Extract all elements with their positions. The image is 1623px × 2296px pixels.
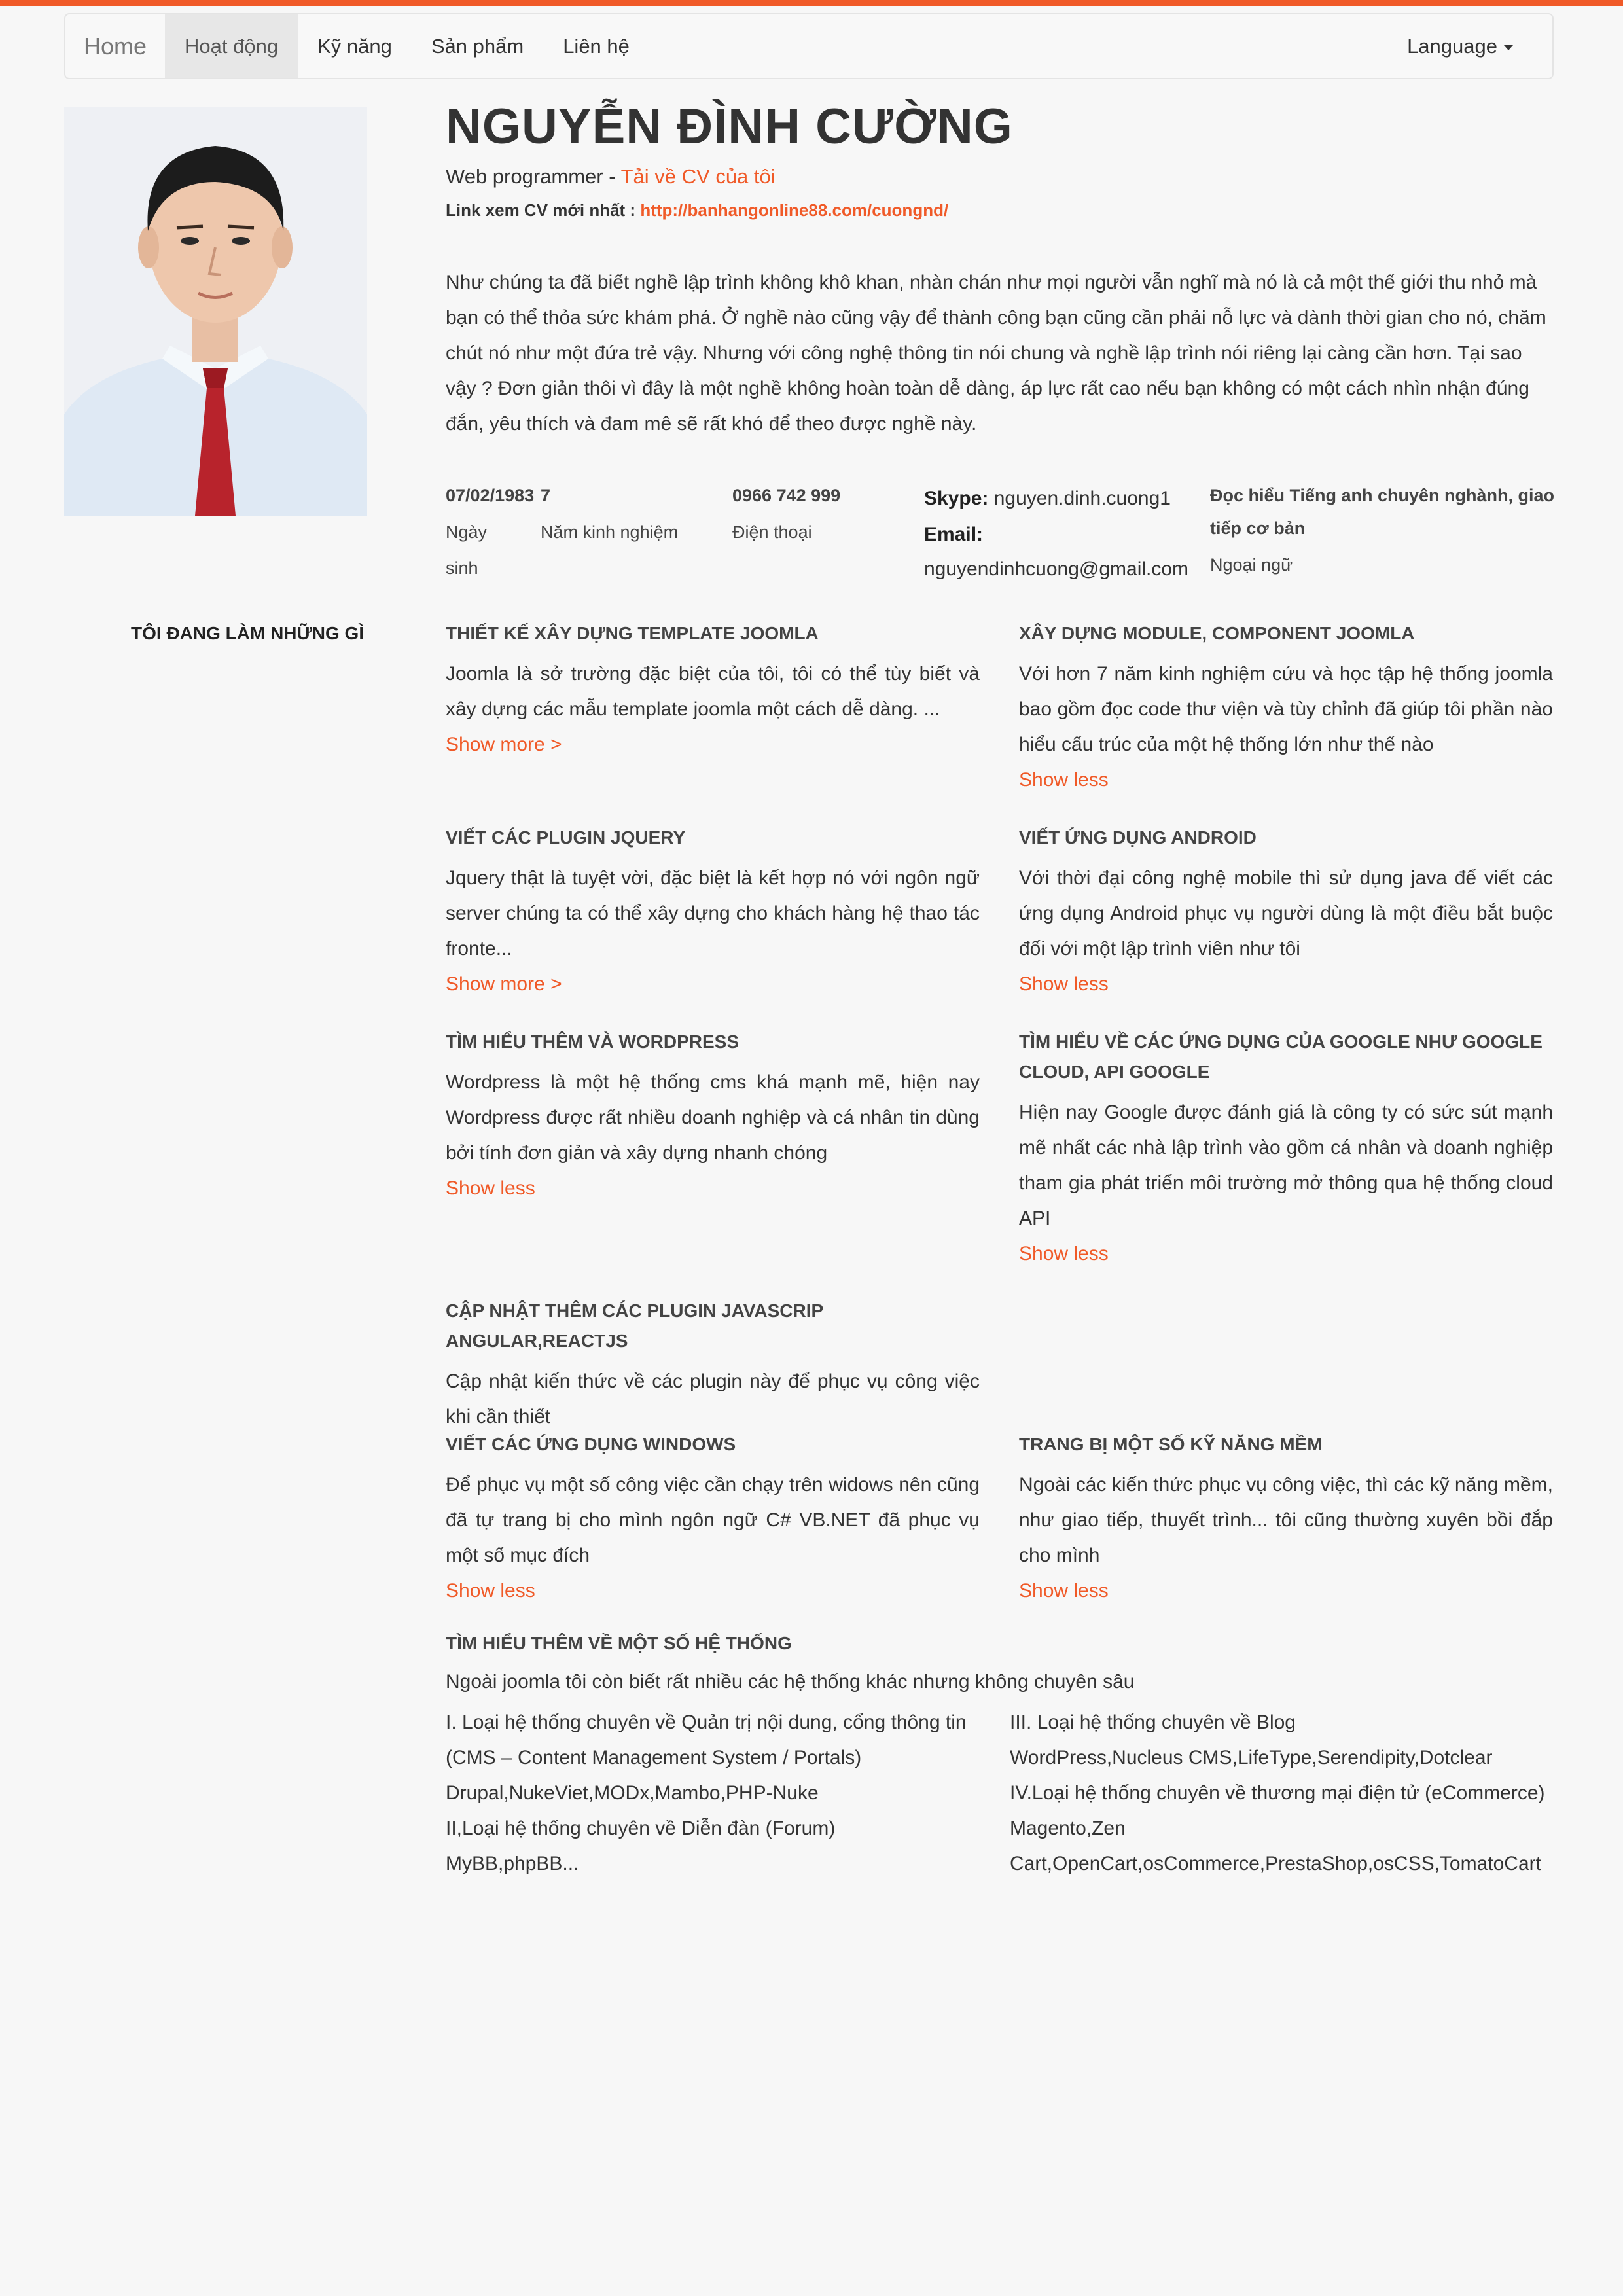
phone-label: Điện thoại xyxy=(732,522,812,542)
cv-latest-link[interactable]: http://banhangonline88.com/cuongnd/ xyxy=(640,200,948,220)
skill-desc: Hiện nay Google được đánh giá là công ty… xyxy=(1019,1102,1553,1229)
cv-download-link[interactable]: Tải về CV của tôi xyxy=(621,165,776,188)
email-label: Email: xyxy=(924,524,983,546)
skill-card: VIẾT CÁC PLUGIN JQUERY Jquery thật là tu… xyxy=(446,823,980,1002)
show-less-link[interactable]: Show less xyxy=(446,1580,535,1602)
skype-label: Skype: xyxy=(924,488,989,509)
person-portrait-icon xyxy=(64,107,367,516)
skill-title: TRANG BỊ MỘT SỐ KỸ NĂNG MỀM xyxy=(1019,1434,1323,1454)
show-less-link[interactable]: Show less xyxy=(1019,1580,1109,1602)
skill-desc: Để phục vụ một số công việc cần chạy trê… xyxy=(446,1474,980,1566)
skill-card: VIẾT CÁC ỨNG DỤNG WINDOWS Để phục vụ một… xyxy=(446,1429,980,1609)
skill-title: TÌM HIỂU THÊM VÀ WORDPRESS xyxy=(446,1031,740,1052)
nav-item-products[interactable]: Sản phẩm xyxy=(412,14,543,78)
top-accent-bar xyxy=(0,0,1623,6)
skill-title: XÂY DỰNG MODULE, COMPONENT JOOMLA xyxy=(1019,623,1415,643)
nav-item-contact[interactable]: Liên hệ xyxy=(543,14,649,78)
skype-value: nguyen.dinh.cuong1 xyxy=(993,488,1171,509)
language-dropdown[interactable]: Language xyxy=(1387,14,1552,78)
skill-card: CẬP NHẬT THÊM CÁC PLUGIN JAVASCRIP ANGUL… xyxy=(446,1296,980,1435)
systems-line: WordPress,Nucleus CMS,LifeType,Serendipi… xyxy=(1010,1747,1493,1768)
show-less-link[interactable]: Show less xyxy=(1019,769,1109,791)
show-more-link[interactable]: Show more > xyxy=(446,734,562,755)
skill-title: TÌM HIỂU VỀ CÁC ỨNG DỤNG CỦA GOOGLE NHƯ … xyxy=(1019,1031,1543,1082)
skill-card: THIẾT KẾ XÂY DỰNG TEMPLATE JOOMLA Joomla… xyxy=(446,619,980,762)
main-navbar: Home Hoạt động Kỹ năng Sản phẩm Liên hệ … xyxy=(64,13,1554,79)
systems-line: II,Loại hệ thống chuyên về Diễn đàn (For… xyxy=(446,1818,836,1839)
skill-title: CẬP NHẬT THÊM CÁC PLUGIN JAVASCRIP ANGUL… xyxy=(446,1300,823,1351)
systems-line: III. Loại hệ thống chuyên về Blog xyxy=(1010,1712,1296,1733)
systems-line: Drupal,NukeViet,MODx,Mambo,PHP-Nuke xyxy=(446,1782,819,1804)
systems-line: Magento,Zen xyxy=(1010,1818,1126,1839)
language-label: Ngoại ngữ xyxy=(1210,555,1293,575)
show-less-link[interactable]: Show less xyxy=(446,1177,535,1199)
systems-line: MyBB,phpBB... xyxy=(446,1853,579,1874)
skill-card: TRANG BỊ MỘT SỐ KỸ NĂNG MỀM Ngoài các ki… xyxy=(1019,1429,1553,1609)
systems-intro: Ngoài joomla tôi còn biết rất nhiều các … xyxy=(446,1671,1135,1693)
nav-home-link[interactable]: Home xyxy=(65,14,165,78)
skill-desc: Cập nhật kiến thức về các plugin này để … xyxy=(446,1371,980,1427)
birthday-value: 07/02/1983 xyxy=(446,486,535,505)
cv-link-label: Link xem CV mới nhất : xyxy=(446,200,641,220)
profile-photo xyxy=(64,107,367,516)
cv-latest-link-row: Link xem CV mới nhất : http://banhangonl… xyxy=(446,200,948,221)
nav-item-skills[interactable]: Kỹ năng xyxy=(298,14,412,78)
show-less-link[interactable]: Show less xyxy=(1019,1243,1109,1265)
skill-title: VIẾT ỨNG DỤNG ANDROID xyxy=(1019,827,1257,848)
birthday-label-1: Ngày xyxy=(446,522,488,542)
caret-down-icon xyxy=(1504,45,1513,50)
birthday-label-2: sinh xyxy=(446,558,478,578)
skype-row: Skype: nguyen.dinh.cuong1 xyxy=(924,488,1171,510)
skill-card: VIẾT ỨNG DỤNG ANDROID Với thời đại công … xyxy=(1019,823,1553,1002)
skill-title: VIẾT CÁC ỨNG DỤNG WINDOWS xyxy=(446,1434,736,1454)
section-title-doing: TÔI ĐANG LÀM NHỮNG GÌ xyxy=(131,623,365,643)
systems-title: TÌM HIỂU THÊM VỀ MỘT SỐ HỆ THỐNG xyxy=(446,1633,792,1653)
skill-card: XÂY DỰNG MODULE, COMPONENT JOOMLA Với hơ… xyxy=(1019,619,1553,798)
skill-desc: Wordpress là một hệ thống cms khá mạnh m… xyxy=(446,1071,980,1164)
show-less-link[interactable]: Show less xyxy=(1019,973,1109,995)
systems-left-column: I. Loại hệ thống chuyên về Quản trị nội … xyxy=(446,1705,967,1882)
email-label-text: Email: xyxy=(924,524,984,545)
phone-value: 0966 742 999 xyxy=(732,486,841,505)
experience-value: 7 xyxy=(541,486,551,505)
skill-card: TÌM HIỂU VỀ CÁC ỨNG DỤNG CỦA GOOGLE NHƯ … xyxy=(1019,1027,1553,1272)
systems-line: IV.Loại hệ thống chuyên về thương mại đi… xyxy=(1010,1782,1545,1804)
nav-item-activities[interactable]: Hoạt động xyxy=(165,14,298,78)
skill-title: VIẾT CÁC PLUGIN JQUERY xyxy=(446,827,686,848)
role-text: Web programmer - xyxy=(446,165,621,188)
intro-paragraph: Như chúng ta đã biết nghề lập trình khôn… xyxy=(446,272,1546,435)
skill-card: TÌM HIỂU THÊM VÀ WORDPRESS Wordpress là … xyxy=(446,1027,980,1206)
language-value-2: tiếp cơ bản xyxy=(1210,518,1306,538)
language-label: Language xyxy=(1407,34,1497,58)
skill-desc: Ngoài các kiến thức phục vụ công việc, t… xyxy=(1019,1474,1553,1566)
systems-right-column: III. Loại hệ thống chuyên về Blog WordPr… xyxy=(1010,1705,1545,1882)
show-more-link[interactable]: Show more > xyxy=(446,973,562,995)
skill-desc: Với hơn 7 năm kinh nghiệm cứu và học tập… xyxy=(1019,663,1553,755)
skill-desc: Joomla là sở trường đặc biệt của tôi, tô… xyxy=(446,663,980,720)
language-value-1: Đọc hiểu Tiếng anh chuyên nghành, giao xyxy=(1210,486,1555,505)
email-value: nguyendinhcuong@gmail.com xyxy=(924,558,1189,580)
systems-line: Cart,OpenCart,osCommerce,PrestaShop,osCS… xyxy=(1010,1853,1541,1874)
skill-desc: Với thời đại công nghệ mobile thì sử dụn… xyxy=(1019,867,1553,960)
skill-desc: Jquery thật là tuyệt vời, đặc biệt là kế… xyxy=(446,867,980,960)
profile-role: Web programmer - Tải về CV của tôi xyxy=(446,165,776,188)
skill-title: THIẾT KẾ XÂY DỰNG TEMPLATE JOOMLA xyxy=(446,623,819,643)
systems-line: I. Loại hệ thống chuyên về Quản trị nội … xyxy=(446,1712,967,1733)
systems-line: (CMS – Content Management System / Porta… xyxy=(446,1747,862,1768)
experience-label: Năm kinh nghiệm xyxy=(541,522,679,542)
profile-name: NGUYỄN ĐÌNH CƯỜNG xyxy=(446,99,1013,154)
